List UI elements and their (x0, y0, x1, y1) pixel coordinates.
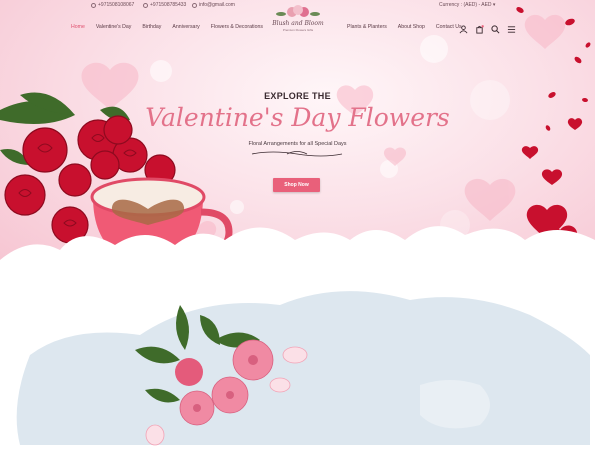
search-icon[interactable] (491, 21, 500, 34)
phone-contact-1[interactable]: +971508108067 (91, 2, 134, 8)
email-contact[interactable]: info@gmail.com (192, 2, 235, 8)
mail-icon (192, 2, 197, 8)
nav-item-contact-us[interactable]: Contact Us (436, 24, 462, 30)
phone-number: +971508108067 (98, 2, 135, 8)
phone-contact-2[interactable]: +971508785433 (143, 2, 186, 8)
pink-flowers-arrangement (135, 305, 308, 446)
main-nav-right: Plants & Planters About Shop Contact Us (347, 24, 473, 30)
decorative-flourish (251, 151, 343, 157)
nav-item-anniversary[interactable]: Anniversary (172, 24, 199, 30)
nav-item-home[interactable]: Home (71, 24, 85, 30)
phone-icon (91, 2, 96, 8)
nav-item-valentines-day[interactable]: Valentine's Day (96, 24, 132, 30)
cloud-divider (0, 226, 595, 275)
phone-number: +971508785433 (150, 2, 187, 8)
nav-item-flowers-decorations[interactable]: Flowers & Decorations (211, 24, 263, 30)
shop-now-button[interactable]: Shop Now (273, 178, 320, 192)
main-nav-left: Home Valentine's Day Birthday Anniversar… (71, 24, 274, 30)
cart-icon[interactable] (475, 21, 484, 34)
lower-section (0, 275, 595, 449)
logo-name: Blush and Bloom (272, 20, 324, 27)
chevron-down-icon: ▾ (492, 2, 496, 8)
hero-subtitle: Floral Arrangements for all Special Days (248, 141, 347, 147)
nav-item-plants-planters[interactable]: Plants & Planters (347, 24, 387, 30)
site-logo[interactable]: Blush and Bloom Premium Flowers Gifts (265, 4, 331, 34)
hero-eyebrow: EXPLORE THE (264, 91, 331, 101)
header-icons (459, 21, 516, 34)
nav-item-about-shop[interactable]: About Shop (398, 24, 425, 30)
email-address: info@gmail.com (199, 2, 235, 8)
logo-tagline: Premium Flowers Gifts (282, 28, 314, 32)
hero-title: Valentine's Day Flowers (145, 103, 450, 132)
user-icon[interactable] (459, 21, 468, 34)
nav-item-birthday[interactable]: Birthday (142, 24, 161, 30)
currency-selector[interactable]: Currency : (AED) - AED ▾ (439, 2, 495, 8)
menu-icon[interactable] (507, 21, 516, 33)
hero-banner (0, 0, 595, 275)
phone-icon (143, 2, 148, 8)
